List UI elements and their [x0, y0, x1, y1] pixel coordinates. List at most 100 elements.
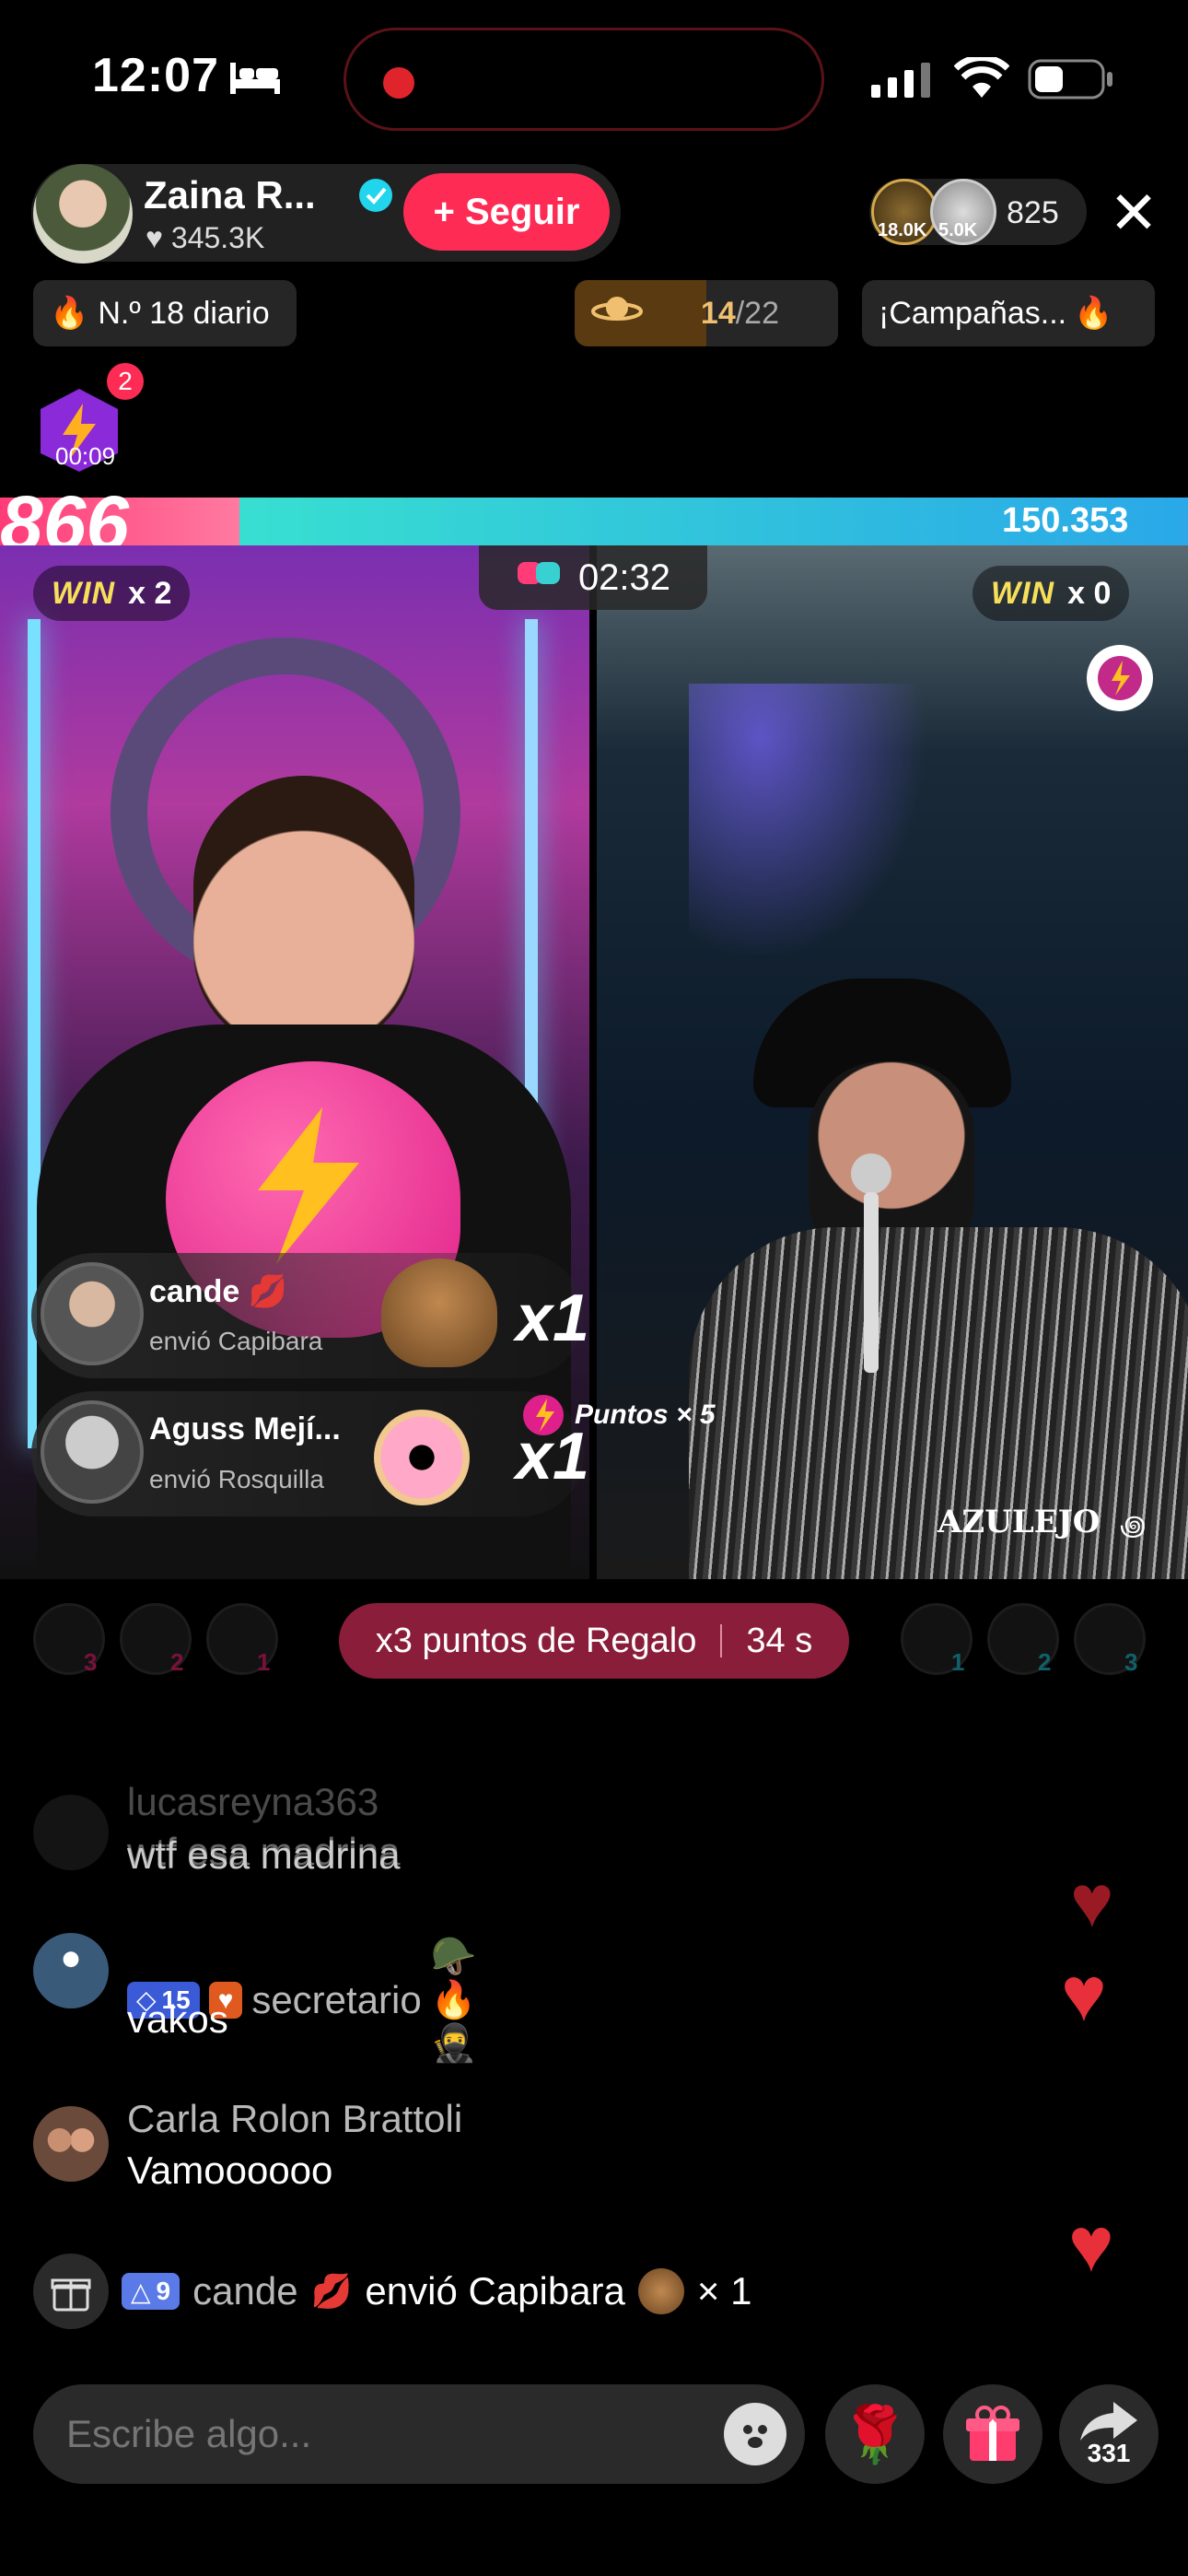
donut-gift-icon	[374, 1410, 470, 1505]
win-badge-right: WIN x 0	[973, 566, 1130, 621]
goal-progress-total: /22	[735, 295, 779, 331]
share-count: 331	[1087, 2439, 1131, 2467]
points-multiplier: Puntos × 5	[521, 1393, 716, 1437]
close-icon[interactable]: ✕	[1101, 181, 1166, 245]
stage-light-beam	[689, 684, 928, 960]
chat-text: Vamoooooo	[127, 2149, 333, 2192]
battle-timer: 02:32	[479, 545, 707, 610]
floating-heart-icon: ♥	[1070, 1860, 1114, 1942]
contributor-left-2[interactable]: 2	[120, 1603, 192, 1676]
planet-icon	[591, 291, 643, 336]
streamer-head	[193, 776, 414, 1052]
campaigns-chip[interactable]: ¡Campañas... 🔥	[862, 280, 1155, 346]
level-badge: △ 9	[122, 2273, 181, 2310]
capybara-icon	[637, 2268, 684, 2314]
goal-progress-chip[interactable]: 14 /22	[575, 280, 838, 346]
host-likes-value: 345.3K	[170, 221, 265, 254]
helmet-fire-ninja-icons: 🪖🔥🥷	[430, 1937, 477, 2064]
battery-icon	[1028, 59, 1114, 104]
share-button[interactable]: 331	[1059, 2384, 1159, 2484]
lips-icon: 💋	[310, 2272, 353, 2310]
chat-username[interactable]: lucasreyna363	[127, 1780, 379, 1824]
status-time: 12:07	[92, 49, 219, 102]
floating-heart-icon: ♥	[1068, 2201, 1114, 2288]
gift-notification-2: Aguss Mejí... envió Rosquilla x1	[31, 1391, 589, 1516]
gift-user-name: cande 💋	[149, 1274, 288, 1309]
triangle-icon: △	[131, 2277, 151, 2306]
host-avatar[interactable]	[33, 164, 133, 263]
capybara-gift-icon	[381, 1259, 497, 1367]
daily-rank-chip[interactable]: 🔥 N.º 18 diario	[33, 280, 297, 346]
contributor-left-1[interactable]: 1	[206, 1603, 278, 1676]
gift-button[interactable]	[943, 2384, 1042, 2484]
rose-gift-button[interactable]: 🌹	[825, 2384, 925, 2484]
follow-button[interactable]: + Seguir	[403, 173, 610, 251]
recording-dot-icon	[383, 67, 414, 99]
campaigns-label: ¡Campañas...	[879, 295, 1067, 331]
chat-username[interactable]: secretario	[251, 1978, 421, 2022]
gift-box-icon	[33, 2254, 109, 2329]
rose-icon: 🌹	[840, 2403, 910, 2465]
emoji-icon[interactable]	[724, 2403, 786, 2465]
chat-text: vakos	[127, 1997, 228, 2041]
floating-heart-icon: ♥	[1061, 1950, 1107, 2037]
boost-timer: 00:09	[55, 442, 116, 470]
gift-notification-1: cande 💋 envió Capibara x1	[31, 1253, 589, 1378]
share-arrow-icon	[1080, 2402, 1137, 2441]
bonus-label: x3 puntos de Regalo	[375, 1621, 697, 1660]
contributor-right-2[interactable]: 2	[987, 1603, 1059, 1676]
win-count-right: x 0	[1067, 575, 1112, 611]
gift-boost-icon[interactable]	[1087, 645, 1153, 711]
contributor-left-3[interactable]: 3	[33, 1603, 105, 1676]
gift-event-message: △ 9 cande 💋 envió Capibara × 1	[33, 2254, 751, 2329]
dynamic-island	[344, 28, 824, 131]
chat-username[interactable]: Carla Rolon Brattoli	[127, 2097, 462, 2141]
gloves-icon	[516, 556, 562, 599]
bonus-seconds: 34 s	[746, 1621, 813, 1660]
boost-count-badge: 2	[107, 363, 144, 400]
viewer-count[interactable]: 825	[1007, 195, 1059, 231]
signature-swirl-icon: ꩜	[1120, 1511, 1147, 1541]
flame-icon: 🔥	[50, 296, 89, 331]
gift-user-avatar[interactable]	[41, 1262, 144, 1365]
battle-score-right: 150.353	[1002, 501, 1129, 540]
host-likes: ♥ 345.3K	[146, 221, 264, 255]
chat-text-visible: wtf esa madrina	[127, 1833, 401, 1877]
gift-description: envió Capibara	[149, 1327, 323, 1355]
top-viewer-1[interactable]: 18.0K	[871, 179, 938, 245]
gift-event-user[interactable]: cande	[192, 2269, 297, 2313]
lips-icon: 💋	[248, 1274, 288, 1309]
gift-event-text: envió Capibara	[365, 2269, 625, 2313]
host-name[interactable]: Zaina R...	[144, 173, 316, 217]
campaign-fire-icon: 🔥	[1074, 296, 1113, 331]
top-viewer-2-score: 5.0K	[938, 220, 978, 240]
win-label-left: WIN	[52, 575, 116, 611]
watermark-text: AZULEJO	[938, 1504, 1101, 1540]
gift-icon	[966, 2406, 1019, 2461]
chat-avatar[interactable]	[33, 2106, 109, 2182]
contributor-right-1[interactable]: 1	[901, 1603, 973, 1676]
win-badge-left: WIN x 2	[33, 566, 191, 621]
top-viewer-2[interactable]: 5.0K	[930, 179, 996, 245]
chat-avatar[interactable]	[33, 1795, 109, 1870]
glove-points-icon	[523, 1395, 564, 1435]
gift-user-name: Aguss Mejí...	[149, 1411, 341, 1446]
gift-user-avatar[interactable]	[41, 1400, 144, 1504]
gift-description: envió Rosquilla	[149, 1465, 324, 1493]
signal-icon	[871, 61, 932, 102]
gift-event-count: × 1	[696, 2269, 752, 2313]
win-label-right: WIN	[991, 575, 1055, 611]
heart-icon: ♥	[146, 221, 163, 254]
gift-points-bonus: x3 puntos de Regalo 34 s	[339, 1603, 849, 1679]
daily-rank-label: N.º 18 diario	[98, 295, 270, 331]
microphone-icon	[851, 1152, 891, 1373]
contributor-right-3[interactable]: 3	[1074, 1603, 1146, 1676]
top-viewer-1-score: 18.0K	[878, 220, 927, 240]
win-count-left: x 2	[128, 575, 172, 611]
goal-progress-done: 14	[700, 295, 736, 331]
chat-avatar[interactable]	[33, 1933, 109, 2008]
battle-timer-value: 02:32	[577, 556, 671, 598]
sleep-mode-icon	[228, 59, 282, 100]
comment-input[interactable]	[33, 2384, 805, 2484]
wifi-icon	[953, 54, 1010, 104]
